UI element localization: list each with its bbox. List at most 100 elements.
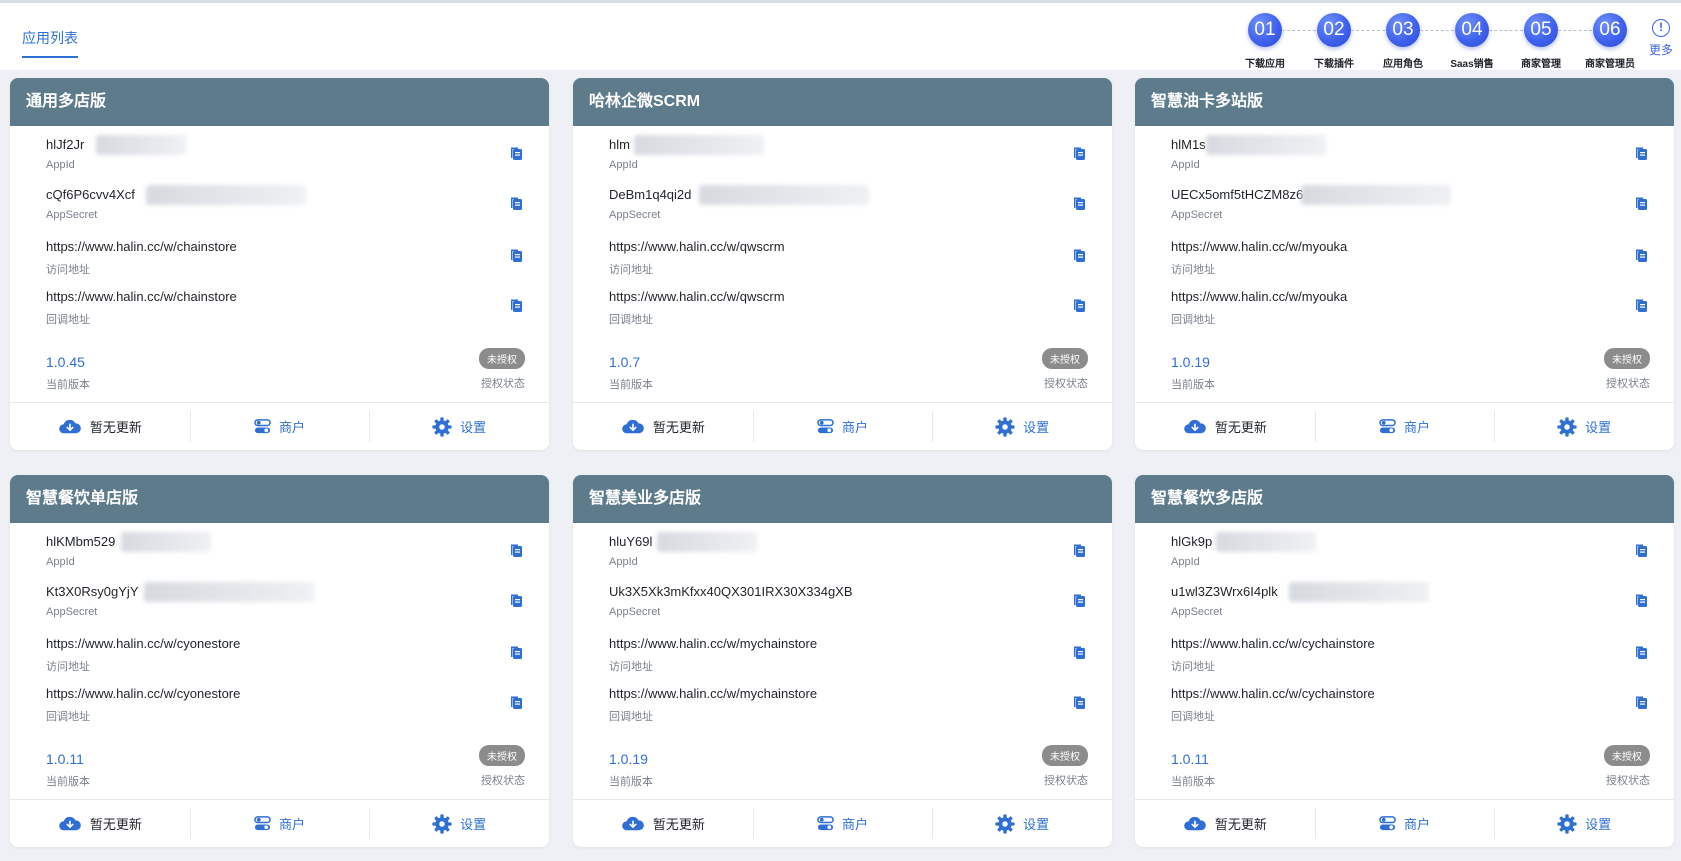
version-label: 当前版本 bbox=[609, 379, 653, 391]
field-appid: hlKMbm529 AppId bbox=[46, 532, 526, 577]
copy-icon[interactable] bbox=[1071, 195, 1087, 211]
step-label: 应用角色 bbox=[1383, 59, 1423, 70]
update-label: 暂无更新 bbox=[89, 817, 142, 832]
step-02[interactable]: 02 下载插件 bbox=[1299, 13, 1369, 70]
copy-icon[interactable] bbox=[1633, 542, 1649, 558]
version-block: 1.0.19 当前版本 bbox=[1171, 354, 1215, 392]
toggle-icon bbox=[254, 418, 279, 435]
step-05[interactable]: 05 商家管理 bbox=[1506, 13, 1576, 70]
card-footer: 暂无更新 商户 设置 bbox=[1135, 799, 1674, 847]
copy-icon[interactable] bbox=[1071, 694, 1087, 710]
auth-block: 未授权 授权状态 bbox=[1042, 745, 1088, 788]
copy-icon[interactable] bbox=[508, 297, 524, 313]
copy-icon[interactable] bbox=[1633, 297, 1649, 313]
field-label: 访问地址 bbox=[1171, 264, 1215, 276]
cloud-download-icon bbox=[1183, 815, 1215, 833]
auth-block: 未授权 授权状态 bbox=[1604, 348, 1650, 391]
app-card: 哈林企微SCRM hlm AppId DeBm1q4qi2d AppSecret http… bbox=[573, 78, 1112, 450]
auth-block: 未授权 授权状态 bbox=[1042, 348, 1088, 391]
auth-block: 未授权 授权状态 bbox=[479, 348, 525, 391]
tab-app-list[interactable]: 应用列表 bbox=[22, 28, 78, 58]
update-button[interactable]: 暂无更新 bbox=[1135, 403, 1315, 450]
field-callback-url: https://www.halin.cc/w/mychainstore 回调地址 bbox=[609, 685, 1089, 729]
settings-label: 设置 bbox=[460, 420, 487, 435]
field-appsecret: Uk3X5Xk3mKfxx40QX301IRX30X334gXB AppSecre… bbox=[609, 583, 1089, 627]
merchant-button[interactable]: 商户 bbox=[189, 800, 370, 847]
info-icon: ! bbox=[1652, 19, 1670, 37]
settings-button[interactable]: 设置 bbox=[1494, 800, 1674, 847]
update-button[interactable]: 暂无更新 bbox=[1135, 800, 1315, 847]
field-value-callback-url: https://www.halin.cc/w/mychainstore bbox=[609, 686, 817, 701]
copy-icon[interactable] bbox=[1071, 145, 1087, 161]
settings-button[interactable]: 设置 bbox=[932, 800, 1112, 847]
settings-button[interactable]: 设置 bbox=[1494, 403, 1674, 450]
step-03[interactable]: 03 应用角色 bbox=[1368, 13, 1438, 70]
field-text: https://www.halin.cc/w/mychainstore bbox=[609, 686, 818, 701]
copy-icon[interactable] bbox=[508, 542, 524, 558]
copy-icon[interactable] bbox=[1071, 644, 1087, 660]
field-value-appid: hlJf2Jr bbox=[46, 135, 186, 155]
auth-status-label: 授权状态 bbox=[1044, 775, 1088, 787]
copy-icon[interactable] bbox=[1633, 694, 1649, 710]
step-04[interactable]: 04 Saas销售 bbox=[1437, 13, 1507, 70]
copy-icon[interactable] bbox=[508, 247, 524, 263]
settings-button[interactable]: 设置 bbox=[932, 403, 1112, 450]
merchant-label: 商户 bbox=[279, 420, 306, 435]
field-label: 访问地址 bbox=[46, 661, 90, 673]
field-value-access-url: https://www.halin.cc/w/chainstore bbox=[46, 239, 237, 254]
settings-button[interactable]: 设置 bbox=[369, 403, 549, 450]
field-value-access-url: https://www.halin.cc/w/qwscrm bbox=[609, 239, 785, 254]
app-card-title: 通用多店版 bbox=[10, 78, 549, 126]
field-appid: hlM1s AppId bbox=[1171, 135, 1651, 180]
merchant-button[interactable]: 商户 bbox=[752, 800, 933, 847]
field-text: https://www.halin.cc/w/qwscrm bbox=[609, 289, 785, 304]
merchant-button[interactable]: 商户 bbox=[189, 403, 370, 450]
step-06[interactable]: 06 商家管理员 bbox=[1575, 13, 1645, 70]
copy-icon[interactable] bbox=[1633, 644, 1649, 660]
field-text: hlJf2Jr bbox=[46, 137, 85, 152]
update-button[interactable]: 暂无更新 bbox=[573, 403, 753, 450]
copy-icon[interactable] bbox=[508, 644, 524, 660]
copy-icon[interactable] bbox=[1633, 247, 1649, 263]
update-label: 暂无更新 bbox=[89, 420, 142, 435]
step-number-badge: 04 bbox=[1455, 13, 1489, 47]
field-access-url: https://www.halin.cc/w/qwscrm 访问地址 bbox=[609, 238, 1089, 282]
step-number-badge: 01 bbox=[1248, 13, 1282, 47]
redacted-mask bbox=[634, 135, 764, 155]
update-button[interactable]: 暂无更新 bbox=[10, 800, 190, 847]
copy-icon[interactable] bbox=[508, 694, 524, 710]
update-button[interactable]: 暂无更新 bbox=[10, 403, 190, 450]
step-number-badge: 06 bbox=[1593, 13, 1627, 47]
card-footer: 暂无更新 商户 设置 bbox=[1135, 402, 1674, 450]
merchant-button[interactable]: 商户 bbox=[752, 403, 933, 450]
update-button[interactable]: 暂无更新 bbox=[573, 800, 753, 847]
version-block: 1.0.45 当前版本 bbox=[46, 354, 90, 392]
field-access-url: https://www.halin.cc/w/cychainstore 访问地址 bbox=[1171, 635, 1651, 679]
settings-button[interactable]: 设置 bbox=[369, 800, 549, 847]
version-value: 1.0.45 bbox=[46, 354, 85, 370]
copy-icon[interactable] bbox=[508, 195, 524, 211]
merchant-button[interactable]: 商户 bbox=[1314, 403, 1495, 450]
auth-status-label: 授权状态 bbox=[1044, 378, 1088, 390]
copy-icon[interactable] bbox=[1071, 592, 1087, 608]
field-value-appid: hluY69l bbox=[609, 532, 757, 552]
merchant-button[interactable]: 商户 bbox=[1314, 800, 1495, 847]
copy-icon[interactable] bbox=[1633, 195, 1649, 211]
field-value-access-url: https://www.halin.cc/w/myouka bbox=[1171, 239, 1347, 254]
more-button[interactable]: ! 更多 bbox=[1646, 19, 1676, 58]
version-value: 1.0.11 bbox=[1171, 751, 1209, 767]
copy-icon[interactable] bbox=[1071, 297, 1087, 313]
copy-icon[interactable] bbox=[508, 145, 524, 161]
toggle-icon bbox=[1379, 815, 1404, 832]
copy-icon[interactable] bbox=[1071, 247, 1087, 263]
copy-icon[interactable] bbox=[1071, 542, 1087, 558]
step-01[interactable]: 01 下载应用 bbox=[1230, 13, 1300, 70]
field-label: 访问地址 bbox=[609, 661, 653, 673]
step-label: 下载插件 bbox=[1314, 59, 1354, 70]
copy-icon[interactable] bbox=[508, 592, 524, 608]
copy-icon[interactable] bbox=[1633, 592, 1649, 608]
card-footer: 暂无更新 商户 设置 bbox=[10, 402, 549, 450]
card-footer: 暂无更新 商户 设置 bbox=[573, 799, 1112, 847]
copy-icon[interactable] bbox=[1633, 145, 1649, 161]
update-label: 暂无更新 bbox=[1214, 420, 1267, 435]
